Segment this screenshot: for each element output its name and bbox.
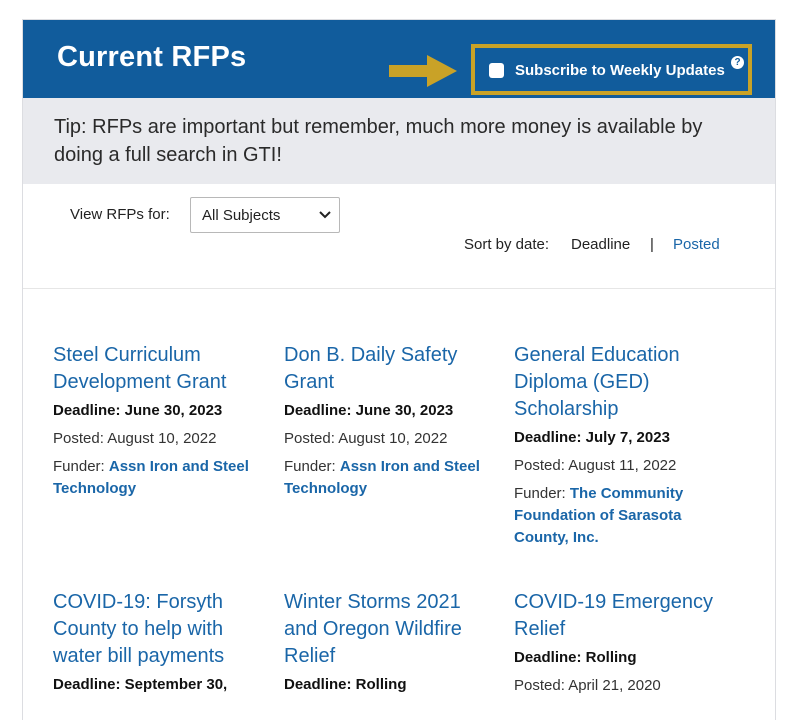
rfp-card: Winter Storms 2021 and Oregon Wildfire R…: [284, 589, 494, 702]
divider: [23, 288, 775, 289]
rfp-card: General Education Diploma (GED) Scholars…: [514, 342, 724, 549]
rfp-title-link[interactable]: General Education Diploma (GED) Scholars…: [514, 342, 724, 423]
rfp-panel: Current RFPs Subscribe to Weekly Updates…: [22, 19, 776, 720]
funder-label: Funder:: [53, 458, 109, 475]
rfp-title-link[interactable]: Winter Storms 2021 and Oregon Wildfire R…: [284, 589, 494, 670]
sort-posted-link[interactable]: Posted: [673, 236, 720, 253]
sort-deadline-link[interactable]: Deadline: [571, 236, 630, 253]
rfp-funder: Funder: Assn Iron and Steel Technology: [53, 456, 263, 500]
rfp-title-link[interactable]: Don B. Daily Safety Grant: [284, 342, 494, 396]
rfp-posted: Posted: August 11, 2022: [514, 457, 677, 474]
rfp-deadline: Deadline: June 30, 2023: [53, 402, 223, 419]
rfp-card: COVID-19: Forsyth County to help with wa…: [53, 589, 263, 702]
tip-banner: Tip: RFPs are important but remember, mu…: [23, 98, 775, 184]
rfp-posted: Posted: April 21, 2020: [514, 677, 661, 694]
rfp-header: Current RFPs Subscribe to Weekly Updates…: [23, 20, 775, 98]
subject-select-value: All Subjects: [202, 207, 281, 224]
funder-label: Funder:: [284, 458, 340, 475]
page-title: Current RFPs: [57, 41, 247, 73]
funder-label: Funder:: [514, 485, 570, 502]
rfp-title-link[interactable]: COVID-19 Emergency Relief: [514, 589, 724, 643]
rfp-deadline: Deadline: September 30,: [53, 676, 228, 693]
rfp-card: Don B. Daily Safety Grant Deadline: June…: [284, 342, 494, 500]
rfp-title-link[interactable]: Steel Curriculum Development Grant: [53, 342, 263, 396]
rfp-title-link[interactable]: COVID-19: Forsyth County to help with wa…: [53, 589, 263, 670]
rfp-card: Steel Curriculum Development Grant Deadl…: [53, 342, 263, 500]
rfp-card: COVID-19 Emergency Relief Deadline: Roll…: [514, 589, 724, 703]
sort-by-date-label: Sort by date:: [464, 236, 550, 253]
rfp-deadline: Deadline: Rolling: [284, 676, 407, 693]
rfp-deadline: Deadline: Rolling: [514, 649, 637, 666]
rfp-funder: Funder: Assn Iron and Steel Technology: [284, 456, 494, 500]
rfp-posted: Posted: August 10, 2022: [284, 430, 448, 447]
rfp-deadline: Deadline: June 30, 2023: [284, 402, 454, 419]
tip-text: Tip: RFPs are important but remember, mu…: [54, 116, 703, 166]
sort-separator: |: [650, 236, 654, 253]
rfp-deadline: Deadline: July 7, 2023: [514, 429, 670, 446]
subscribe-label[interactable]: Subscribe to Weekly Updates: [515, 62, 725, 79]
arrow-right-icon: [389, 55, 457, 87]
view-rfps-label: View RFPs for:: [70, 206, 170, 223]
subscribe-checkbox[interactable]: [489, 63, 504, 78]
rfp-funder: Funder: The Community Foundation of Sara…: [514, 483, 724, 549]
chevron-down-icon: [319, 211, 331, 219]
help-icon[interactable]: ?: [731, 56, 744, 69]
subscribe-weekly-updates[interactable]: Subscribe to Weekly Updates ?: [471, 44, 752, 95]
subject-select[interactable]: All Subjects: [190, 197, 340, 233]
rfp-posted: Posted: August 10, 2022: [53, 430, 217, 447]
